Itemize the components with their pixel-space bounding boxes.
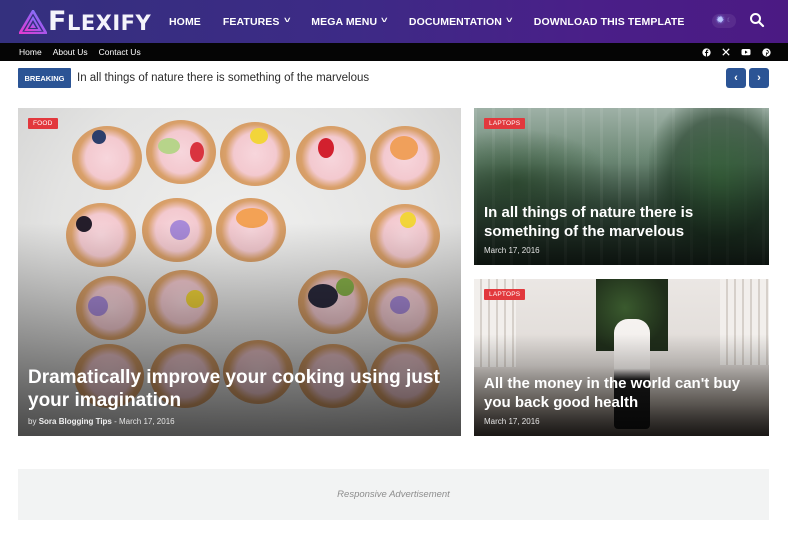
post-date: March 17, 2016 — [484, 417, 540, 426]
social-links — [691, 43, 771, 61]
site-header: FLEXIFY HOME FEATURES ˅ MEGA MENU ˅ DOCU… — [0, 0, 788, 43]
main-nav: HOME FEATURES ˅ MEGA MENU ˅ DOCUMENTATIO… — [169, 0, 707, 43]
post-info: In all things of nature there is somethi… — [484, 203, 757, 255]
nav-label: MEGA MENU — [311, 15, 378, 28]
advertisement-slot: Responsive Advertisement — [18, 469, 769, 520]
nav-item-mega-menu[interactable]: MEGA MENU ˅ — [311, 16, 387, 28]
meta-separator: - — [114, 417, 117, 426]
post-date: March 17, 2016 — [484, 246, 540, 255]
post-title[interactable]: All the money in the world can't buy you… — [484, 374, 757, 412]
nav-label: DOWNLOAD THIS TEMPLATE — [533, 15, 685, 28]
pinterest-icon — [761, 47, 771, 57]
breaking-prev-button[interactable]: ‹ — [726, 68, 746, 88]
youtube-link[interactable] — [741, 47, 751, 57]
post-info: Dramatically improve your cooking using … — [28, 366, 449, 426]
post-title[interactable]: Dramatically improve your cooking using … — [28, 366, 449, 412]
site-logo[interactable]: FLEXIFY — [19, 5, 152, 37]
featured-post-side[interactable]: LAPTOPS In all things of nature there is… — [474, 108, 769, 265]
breaking-label: BREAKING — [18, 68, 71, 88]
post-date: March 17, 2016 — [119, 417, 175, 426]
triangle-logo-icon — [19, 10, 47, 34]
sun-icon: ✹ — [716, 15, 725, 26]
top-link-home[interactable]: Home — [19, 47, 42, 57]
post-info: All the money in the world can't buy you… — [484, 374, 757, 426]
post-meta: by Sora Blogging Tips - March 17, 2016 — [28, 417, 449, 426]
featured-post-side[interactable]: LAPTOPS All the money in the world can't… — [474, 279, 769, 436]
breaking-news-bar: BREAKING In all things of nature there i… — [18, 68, 769, 88]
search-icon — [750, 13, 765, 28]
nav-item-documentation[interactable]: DOCUMENTATION ˅ — [408, 15, 513, 28]
facebook-link[interactable] — [701, 47, 711, 57]
site-name: FLEXIFY — [48, 5, 152, 37]
post-title[interactable]: In all things of nature there is somethi… — [484, 203, 757, 241]
nav-label: DOCUMENTATION — [408, 15, 502, 28]
featured-post-main[interactable]: FOOD Dramatically improve your cooking u… — [18, 108, 461, 436]
top-link-contact-us[interactable]: Contact Us — [99, 47, 141, 57]
chevron-down-icon: ˅ — [283, 15, 291, 25]
chevron-down-icon: ˅ — [506, 15, 513, 25]
chevron-down-icon: ˅ — [381, 15, 388, 25]
nav-item-download-template[interactable]: DOWNLOAD THIS TEMPLATE — [534, 16, 685, 28]
category-badge[interactable]: LAPTOPS — [484, 118, 526, 129]
youtube-icon — [741, 49, 751, 56]
dark-mode-toggle[interactable]: ✹ ☾ — [712, 14, 736, 28]
category-badge[interactable]: LAPTOPS — [484, 289, 526, 300]
top-link-about-us[interactable]: About Us — [53, 47, 88, 57]
facebook-icon — [701, 47, 711, 57]
breaking-next-button[interactable]: › — [749, 68, 769, 88]
nav-label: HOME — [169, 15, 201, 28]
breaking-headline-link[interactable]: In all things of nature there is somethi… — [77, 68, 369, 88]
chevron-left-icon: ‹ — [734, 72, 738, 84]
search-button[interactable] — [749, 12, 765, 28]
nav-item-home[interactable]: HOME — [169, 16, 201, 28]
moon-icon: ☾ — [726, 18, 732, 24]
x-link[interactable] — [721, 47, 731, 57]
advertisement-label: Responsive Advertisement — [337, 489, 450, 500]
pinterest-link[interactable] — [761, 47, 771, 57]
post-author[interactable]: Sora Blogging Tips — [39, 417, 112, 426]
by-label: by — [28, 417, 37, 426]
top-bar: Home About Us Contact Us — [0, 43, 788, 61]
nav-label: FEATURES — [222, 15, 280, 28]
x-icon — [722, 48, 730, 56]
top-links: Home About Us Contact Us — [19, 43, 152, 61]
chevron-right-icon: › — [757, 72, 761, 84]
nav-item-features[interactable]: FEATURES ˅ — [222, 15, 291, 28]
category-badge[interactable]: FOOD — [28, 118, 58, 129]
